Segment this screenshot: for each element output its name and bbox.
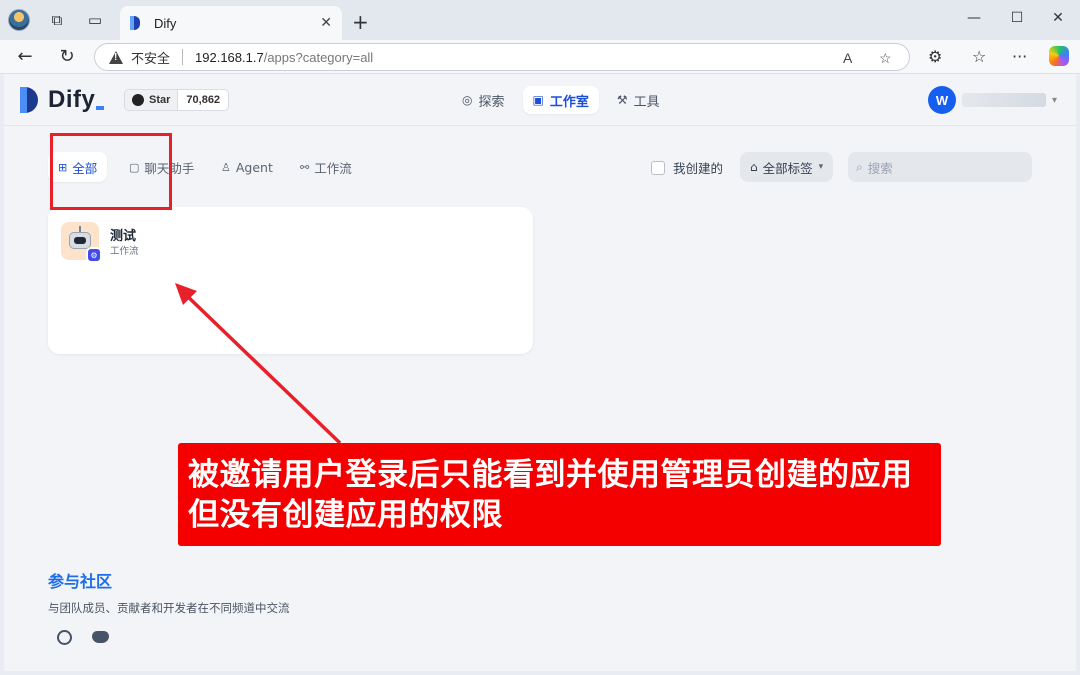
avatar: W [928,86,956,114]
minimize-button[interactable]: — [959,10,989,26]
dify-logo-icon [20,87,40,113]
annotation-callout: 被邀请用户登录后只能看到并使用管理员创建的应用 但没有创建应用的权限 [178,443,941,546]
search-placeholder: 搜索 [867,160,893,176]
nav-tab-explore-label: 探索 [478,94,505,110]
category-workflow-label: 工作流 [314,160,352,176]
user-menu[interactable]: W ▾ [928,86,1057,114]
copilot-icon[interactable] [1049,46,1069,66]
favorite-star-icon[interactable]: ☆ [879,50,892,67]
url-divider [182,49,184,65]
community-description: 与团队成员、贡献者和开发者在不同频道中交流 [48,601,290,615]
browser-tab-dify[interactable]: Dify ✕ [120,6,342,40]
chevron-down-icon: ▾ [818,162,824,172]
category-agent[interactable]: ♙ Agent [211,152,283,182]
agent-icon: ♙ [221,160,231,174]
my-created-filter[interactable]: 我创建的 [651,158,723,177]
logo-underscore [96,106,105,110]
annotation-line-1: 被邀请用户登录后只能看到并使用管理员创建的应用 [188,457,913,493]
category-workflow[interactable]: ⚯ 工作流 [290,152,362,182]
dify-favicon-icon [130,16,142,30]
tags-filter-label: 全部标签 [762,160,813,176]
back-button[interactable]: ← [13,46,37,67]
tab-actions-icon[interactable]: ▭ [85,10,105,30]
search-input[interactable]: ⌕ 搜索 [848,152,1032,182]
workflow-icon: ⚯ [300,160,310,174]
url-path: /apps?category=all [263,49,374,65]
refresh-button[interactable]: ↻ [55,46,79,67]
robot-face [74,237,86,244]
robot-icon: ▣ [532,93,544,107]
app-name: 测试 [110,229,137,244]
search-icon: ⌕ [856,159,863,174]
category-agent-label: Agent [235,159,273,175]
warning-icon [109,50,123,64]
tags-filter-dropdown[interactable]: ⌂ 全部标签 ▾ [740,152,834,182]
github-icon[interactable] [54,627,74,647]
app-icon: ⚙ [61,222,102,263]
logo-text: Dify [48,86,96,113]
nav-tab-studio-label: 工作室 [549,94,589,110]
annotation-line-2: 但没有创建应用的权限 [188,497,503,533]
nav-tab-studio[interactable]: ▣ 工作室 [522,86,599,114]
community-title: 参与社区 [48,572,113,591]
url-input[interactable]: 不安全 192.168.1.7 /apps?category=all A ☆ [94,43,910,71]
explore-icon: ◎ [462,93,473,107]
robot-icon [69,232,91,249]
browser-tab-bar: ⧉ ▭ Dify ✕ + — ☐ ✕ [0,0,1080,40]
nav-tab-tools[interactable]: ⚒ 工具 [607,86,670,114]
read-aloud-icon[interactable]: A [843,50,852,66]
url-host: 192.168.1.7 [195,49,264,65]
tab-title: Dify [154,15,177,31]
github-star-left: Star [125,90,178,110]
dify-logo[interactable]: Dify [20,86,105,114]
workflow-badge-icon: ⚙ [86,247,102,263]
app-type: 工作流 [110,246,139,257]
github-icon [132,94,144,106]
top-navigation: Dify Star 70,862 ◎ 探索 ▣ 工作室 ⚒ 工具 W ▾ [4,74,1076,126]
highlight-box [50,133,172,210]
profile-avatar-icon[interactable] [8,9,30,31]
app-card[interactable]: ⚙ 测试 工作流 [48,207,533,354]
user-name-redacted [962,93,1046,107]
address-bar-row: ← ↻ 不安全 192.168.1.7 /apps?category=all A… [0,40,1080,74]
more-menu-icon[interactable]: ··· [1012,47,1027,66]
nav-tab-explore[interactable]: ◎ 探索 [452,86,515,114]
tab-close-icon[interactable]: ✕ [320,15,332,31]
nav-tab-tools-label: 工具 [633,94,660,110]
my-created-label: 我创建的 [673,161,724,176]
tools-icon: ⚒ [616,93,628,107]
discord-icon[interactable] [90,627,110,647]
main-nav: ◎ 探索 ▣ 工作室 ⚒ 工具 [452,86,670,114]
new-tab-button[interactable]: + [352,10,369,34]
insecure-label[interactable]: 不安全 [131,48,170,67]
github-star-label: Star [149,94,171,106]
chevron-down-icon: ▾ [1052,94,1058,106]
extensions-icon[interactable]: ⚙ [928,47,942,66]
maximize-button[interactable]: ☐ [1002,10,1032,26]
my-created-checkbox[interactable] [651,160,665,175]
window-close-button[interactable]: ✕ [1043,10,1073,26]
favorites-icon[interactable]: ☆ [972,47,986,66]
github-star-count: 70,862 [177,90,229,110]
github-star-button[interactable]: Star 70,862 [124,89,230,111]
workspaces-icon[interactable]: ⧉ [47,10,67,30]
tag-icon: ⌂ [750,160,758,174]
community-section: 参与社区 与团队成员、贡献者和开发者在不同频道中交流 [48,568,290,616]
